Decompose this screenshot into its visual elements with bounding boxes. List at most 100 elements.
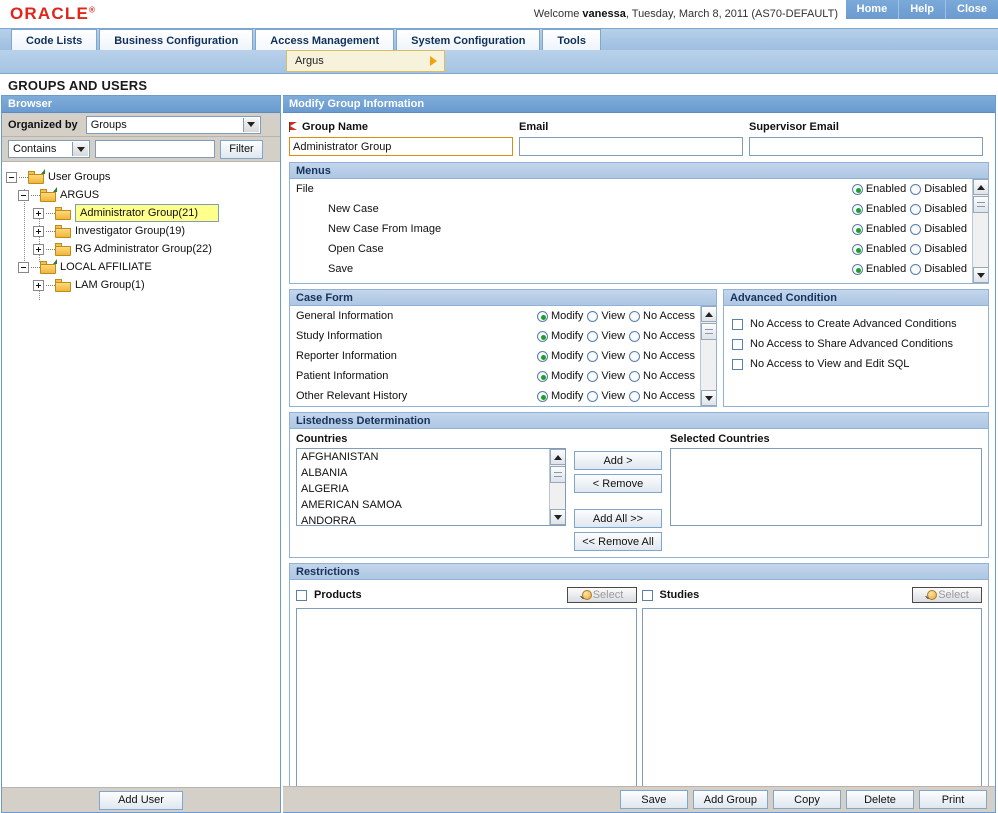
print-button[interactable]: Print <box>919 790 987 809</box>
radio-view[interactable]: View <box>587 310 625 322</box>
checkbox-icon[interactable] <box>732 318 743 330</box>
scrollbar-thumb[interactable] <box>701 323 716 340</box>
add-country-button[interactable]: Add > <box>574 451 662 470</box>
radio-view[interactable]: View <box>587 350 625 362</box>
radio-no-access[interactable]: No Access <box>629 330 695 342</box>
add-user-button[interactable]: Add User <box>99 790 183 810</box>
scrollbar-thumb[interactable] <box>550 466 565 483</box>
add-group-button[interactable]: Add Group <box>692 790 768 809</box>
radio-view[interactable]: View <box>587 390 625 402</box>
tab-system-configuration[interactable]: System Configuration <box>396 29 541 51</box>
checkbox-icon[interactable] <box>732 338 743 350</box>
scrollbar-thumb[interactable] <box>973 196 988 213</box>
radio-disabled[interactable]: Disabled <box>910 203 967 215</box>
radio-enabled[interactable]: Enabled <box>851 203 906 215</box>
radio-no-access[interactable]: No Access <box>629 370 695 382</box>
radio-disabled[interactable]: Disabled <box>910 223 967 235</box>
country-option[interactable]: ALGERIA <box>297 481 565 497</box>
tab-access-management[interactable]: Access Management <box>255 29 395 51</box>
countries-scrollbar[interactable] <box>549 449 565 525</box>
country-option[interactable]: AFGHANISTAN <box>297 449 565 465</box>
country-option[interactable]: ANDORRA <box>297 513 565 525</box>
group-name-input[interactable] <box>289 137 513 156</box>
help-button[interactable]: Help <box>898 0 946 19</box>
supervisor-email-input[interactable] <box>749 137 983 156</box>
tree-toggle-icon[interactable] <box>33 207 44 219</box>
radio-enabled[interactable]: Enabled <box>851 263 906 275</box>
radio-no-access[interactable]: No Access <box>629 350 695 362</box>
radio-modify[interactable]: Modify <box>536 350 583 362</box>
copy-button[interactable]: Copy <box>773 790 841 809</box>
checkbox-icon[interactable] <box>732 358 743 370</box>
products-select-button[interactable]: Select <box>566 587 637 603</box>
radio-enabled[interactable]: Enabled <box>851 223 906 235</box>
tree-connector <box>46 248 55 250</box>
radio-disabled[interactable]: Disabled <box>910 243 967 255</box>
submenu-item-argus[interactable]: Argus <box>286 50 445 72</box>
studies-select-button[interactable]: Select <box>912 587 982 603</box>
country-option[interactable]: ALBANIA <box>297 465 565 481</box>
filter-operator-value: Contains <box>13 143 57 155</box>
radio-view[interactable]: View <box>587 330 625 342</box>
radio-icon <box>587 370 599 382</box>
products-checkbox[interactable] <box>296 589 307 601</box>
radio-view[interactable]: View <box>587 370 625 382</box>
tree-node-investigator-group[interactable]: Investigator Group(19) <box>6 222 276 240</box>
radio-no-access[interactable]: No Access <box>629 390 695 402</box>
case-form-scrollbar[interactable] <box>700 306 716 406</box>
organized-by-select[interactable]: Groups <box>85 115 261 134</box>
tree-toggle-icon[interactable] <box>33 243 44 255</box>
scroll-down-icon[interactable] <box>550 509 565 525</box>
radio-disabled[interactable]: Disabled <box>910 263 967 275</box>
tab-tools[interactable]: Tools <box>542 29 601 51</box>
tree-toggle-icon[interactable] <box>33 225 44 237</box>
advanced-condition-item[interactable]: No Access to Create Advanced Conditions <box>724 314 988 334</box>
tree-node-local-affiliate[interactable]: LOCAL AFFILIATE <box>6 258 276 276</box>
delete-button[interactable]: Delete <box>846 790 914 809</box>
home-button[interactable]: Home <box>845 0 899 19</box>
tree-toggle-icon[interactable] <box>6 171 17 183</box>
scroll-down-icon[interactable] <box>973 267 988 283</box>
tab-business-configuration[interactable]: Business Configuration <box>99 29 254 51</box>
radio-no-access[interactable]: No Access <box>629 310 695 322</box>
scroll-down-icon[interactable] <box>701 390 716 406</box>
radio-modify[interactable]: Modify <box>536 310 583 322</box>
advanced-condition-item[interactable]: No Access to Share Advanced Conditions <box>724 334 988 354</box>
tree-node-user-groups[interactable]: User Groups <box>6 168 276 186</box>
tree-node-lam-group[interactable]: LAM Group(1) <box>6 276 276 294</box>
remove-all-countries-button[interactable]: << Remove All <box>574 532 662 551</box>
tree-toggle-icon[interactable] <box>18 261 29 273</box>
tree-toggle-icon[interactable] <box>33 279 44 291</box>
tree-node-rg-administrator-group[interactable]: RG Administrator Group(22) <box>6 240 276 258</box>
selected-countries-listbox[interactable] <box>670 448 982 526</box>
studies-checkbox[interactable] <box>641 589 653 601</box>
save-button[interactable]: Save <box>619 790 688 809</box>
tree-toggle-icon[interactable] <box>18 189 29 201</box>
scroll-up-icon[interactable] <box>973 179 988 195</box>
radio-modify[interactable]: Modify <box>536 370 583 382</box>
studies-listbox[interactable] <box>641 608 982 786</box>
radio-enabled[interactable]: Enabled <box>851 183 906 195</box>
menus-scrollbar[interactable] <box>972 179 988 283</box>
scroll-up-icon[interactable] <box>701 306 716 322</box>
tab-code-lists[interactable]: Code Lists <box>11 29 98 51</box>
filter-input[interactable] <box>95 140 215 158</box>
radio-disabled[interactable]: Disabled <box>910 183 967 195</box>
add-all-countries-button[interactable]: Add All >> <box>574 509 662 528</box>
tree-node-administrator-group[interactable]: Administrator Group(21) <box>6 204 276 222</box>
advanced-condition-item[interactable]: No Access to View and Edit SQL <box>724 354 988 374</box>
countries-listbox[interactable]: AFGHANISTAN ALBANIA ALGERIA AMERICAN SAM… <box>296 448 566 526</box>
filter-operator-select[interactable]: Contains <box>8 140 90 158</box>
radio-enabled[interactable]: Enabled <box>851 243 906 255</box>
listedness-section-title: Listedness Determination <box>290 413 988 429</box>
close-button[interactable]: Close <box>945 0 998 19</box>
filter-button[interactable]: Filter <box>220 139 263 159</box>
radio-modify[interactable]: Modify <box>536 390 583 402</box>
radio-modify[interactable]: Modify <box>536 330 583 342</box>
products-listbox[interactable] <box>296 608 637 786</box>
country-option[interactable]: AMERICAN SAMOA <box>297 497 565 513</box>
remove-country-button[interactable]: < Remove <box>574 474 662 493</box>
tree-node-argus[interactable]: ARGUS <box>6 186 276 204</box>
email-input[interactable] <box>519 137 743 156</box>
scroll-up-icon[interactable] <box>550 449 565 465</box>
